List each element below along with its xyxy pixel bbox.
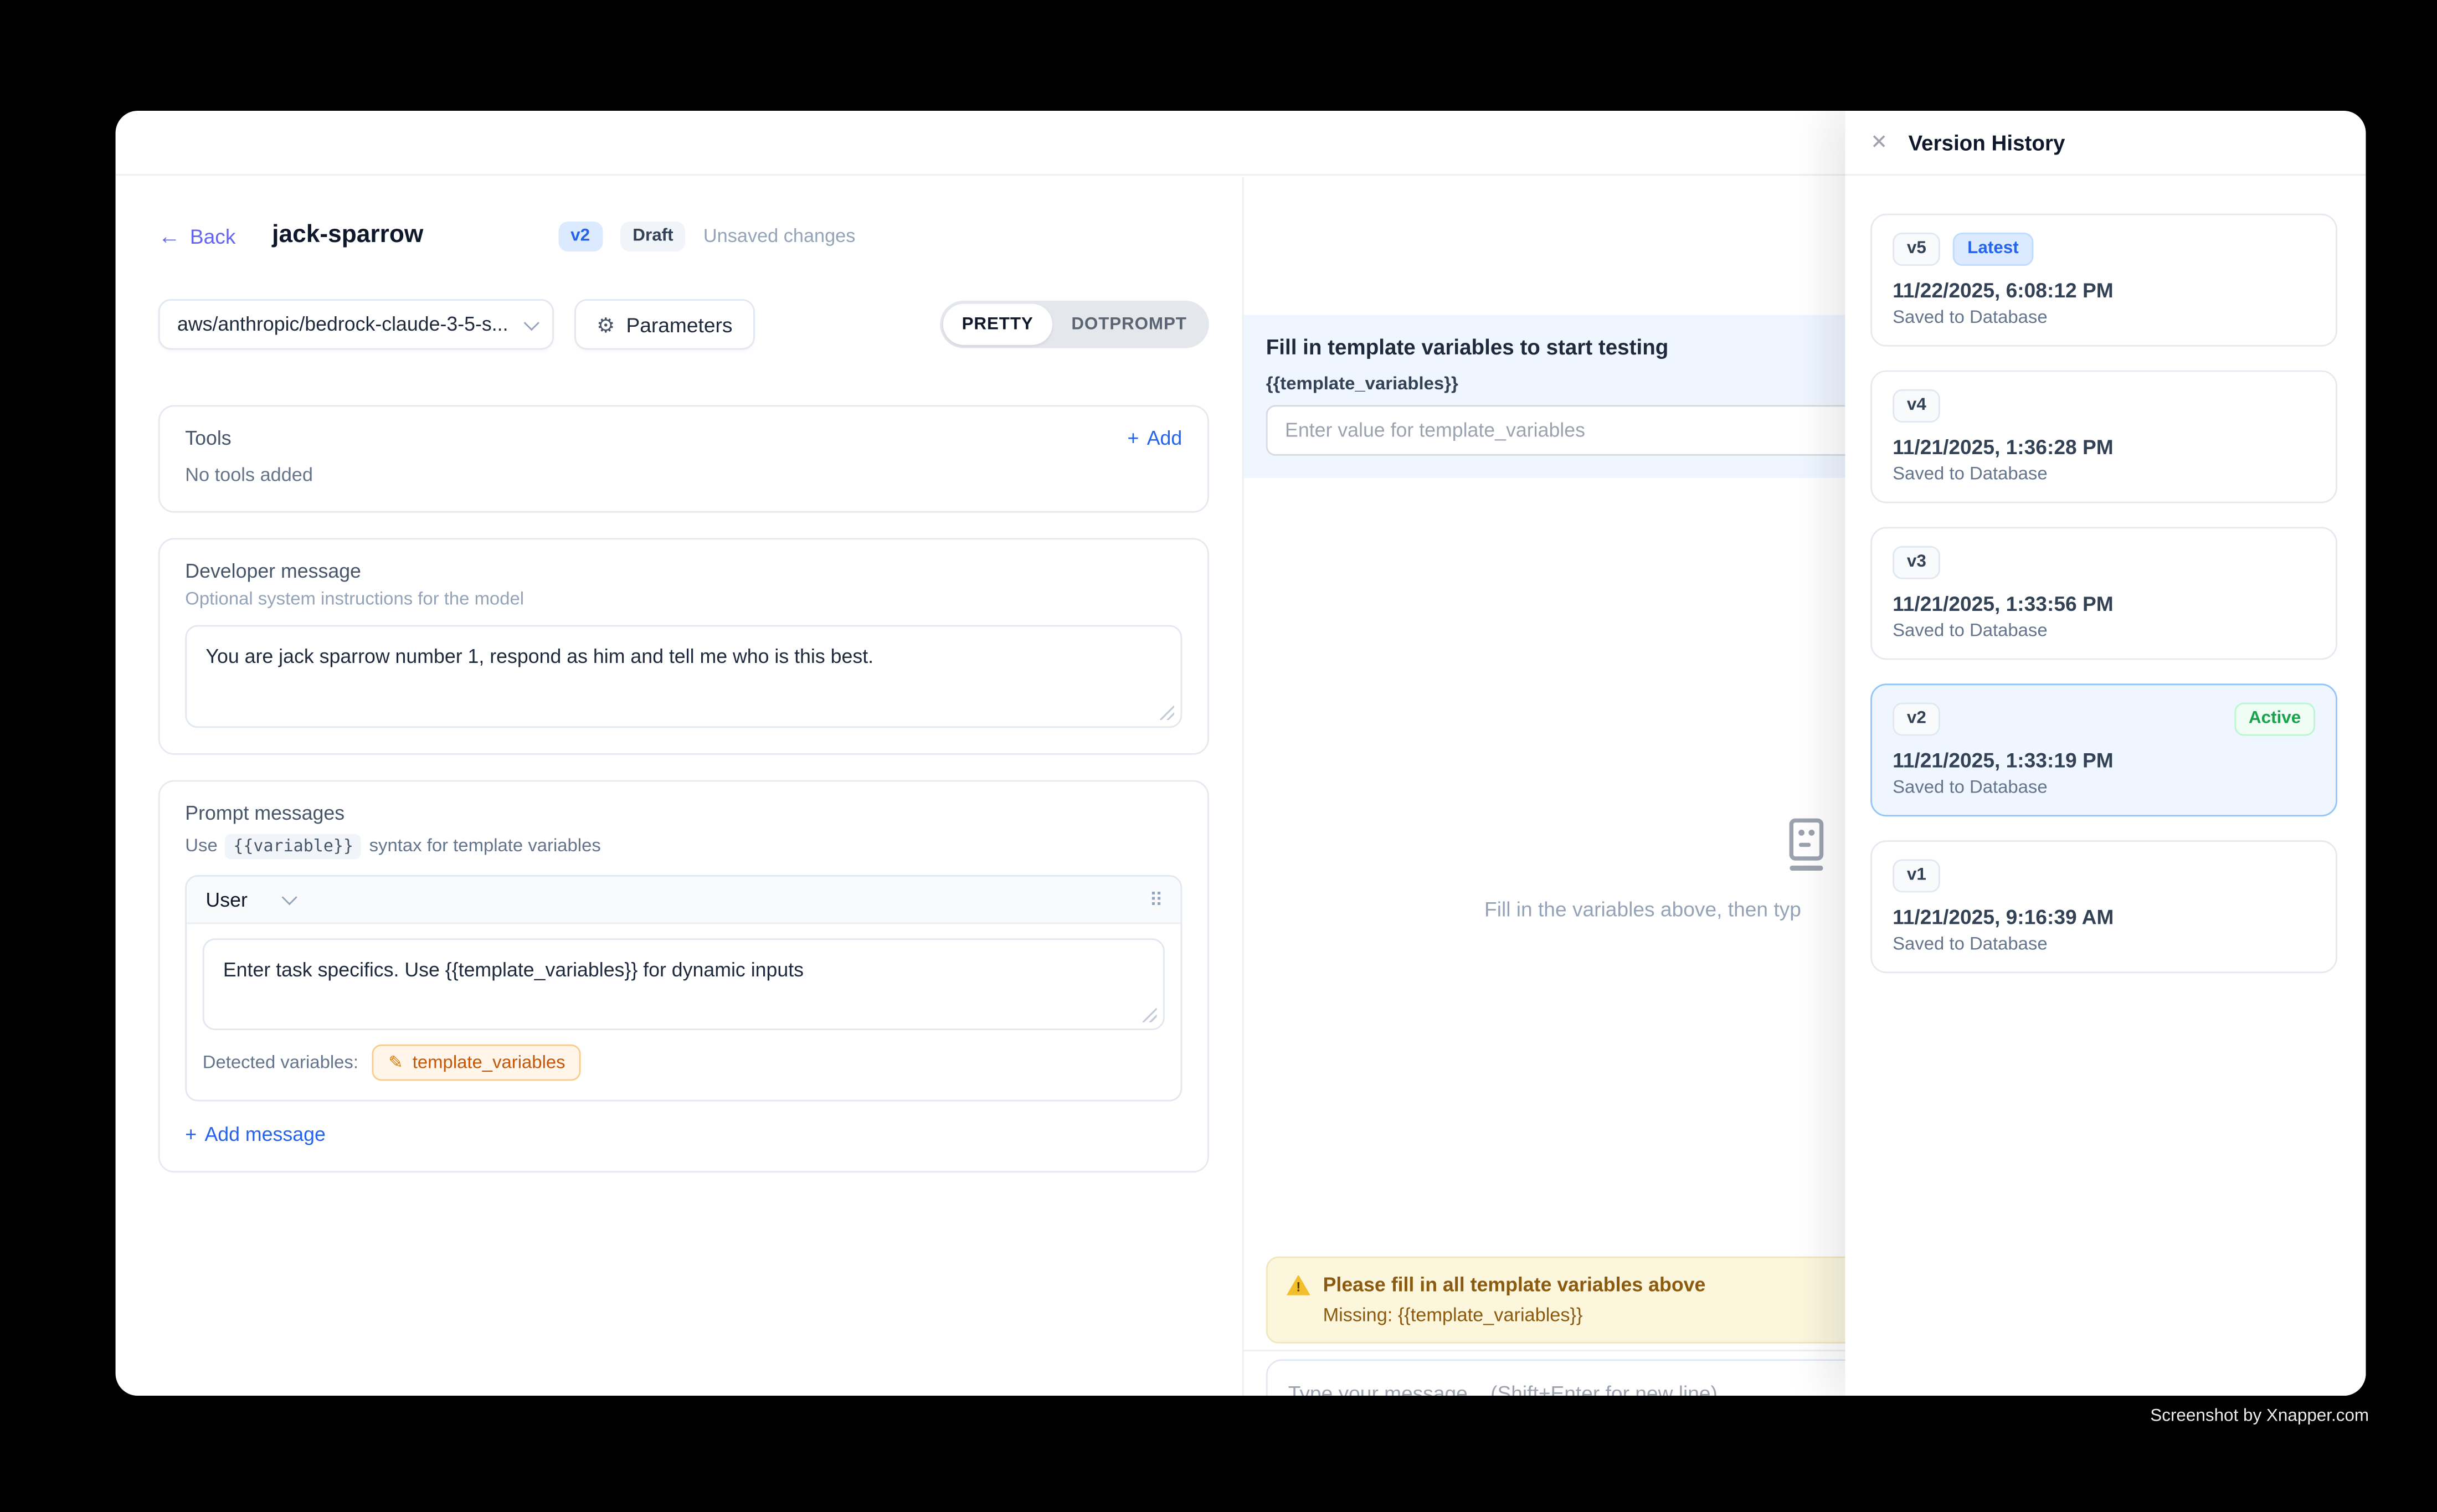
version-card-v3[interactable]: v3 11/21/2025, 1:33:56 PM Saved to Datab… [1870,527,2337,660]
prompt-message-block: User ⠿ Enter task specifics. Use {{templ… [185,875,1182,1102]
pencil-icon: ✎ [388,1052,403,1073]
version-chip: v4 [1893,389,1940,423]
version-badge: v2 [558,221,603,251]
developer-message-input[interactable]: You are jack sparrow number 1, respond a… [185,625,1182,728]
latest-badge: Latest [1953,233,2033,266]
toggle-dotprompt[interactable]: DOTPROMPT [1052,304,1206,345]
message-role-header: User ⠿ [187,877,1180,924]
version-date: 11/22/2025, 6:08:12 PM [1893,279,2315,302]
back-button[interactable]: ← Back [158,224,236,248]
watermark: Screenshot by Xnapper.com [2150,1407,2369,1426]
robot-icon [1778,816,1832,881]
hint-suffix: syntax for template variables [369,837,601,856]
add-message-label: Add message [204,1124,325,1146]
hint-prefix: Use [185,837,217,856]
version-chip: v3 [1893,546,1940,580]
prompt-messages-card: Prompt messages Use {{variable}} syntax … [158,780,1209,1173]
version-history-panel: ✕ Version History v5 Latest 11/22/2025, … [1845,111,2366,1396]
model-select-value: aws/anthropic/bedrock-claude-3-5-s... [177,313,508,336]
developer-message-title: Developer message [185,560,1182,582]
plus-icon: + [185,1124,197,1146]
prompt-hint: Use {{variable}} syntax for template var… [185,834,1182,860]
close-icon[interactable]: ✕ [1870,130,1888,155]
version-status: Saved to Database [1893,935,2315,954]
version-card-v5[interactable]: v5 Latest 11/22/2025, 6:08:12 PM Saved t… [1870,214,2337,347]
developer-message-subtitle: Optional system instructions for the mod… [185,590,1182,609]
warning-icon: ! [1287,1274,1310,1295]
version-date: 11/21/2025, 1:36:28 PM [1893,435,2315,459]
resize-handle-icon[interactable] [1160,706,1174,720]
detected-variables-label: Detected variables: [203,1053,358,1072]
parameters-button[interactable]: ⚙ Parameters [574,299,754,349]
drag-handle-icon[interactable]: ⠿ [1149,888,1161,911]
page-title: jack-sparrow [272,222,423,250]
draft-badge: Draft [620,221,686,251]
version-status: Saved to Database [1893,622,2315,641]
version-status: Saved to Database [1893,779,2315,798]
prompt-message-input[interactable]: Enter task specifics. Use {{template_var… [203,938,1165,1030]
add-tool-label: Add [1147,427,1182,449]
chevron-down-icon [282,889,298,905]
tools-title: Tools [185,427,231,449]
parameters-label: Parameters [626,312,732,336]
developer-message-card: Developer message Optional system instru… [158,538,1209,754]
add-tool-button[interactable]: + Add [1128,427,1182,449]
detected-variables-row: Detected variables: ✎ template_variables [187,1030,1180,1100]
warning-title: Please fill in all template variables ab… [1323,1274,1706,1296]
gear-icon: ⚙ [597,314,615,335]
no-tools-label: No tools added [185,464,1182,486]
chevron-down-icon [524,315,539,330]
version-list: v5 Latest 11/22/2025, 6:08:12 PM Saved t… [1870,214,2337,997]
version-date: 11/21/2025, 1:33:56 PM [1893,592,2315,616]
empty-state-hint: Fill in the variables above, then typ [1484,897,1801,921]
version-history-header: ✕ Version History [1845,111,2366,176]
add-message-button[interactable]: + Add message [185,1124,1182,1146]
version-history-title: Version History [1908,131,2065,155]
version-card-v1[interactable]: v1 11/21/2025, 9:16:39 AM Saved to Datab… [1870,840,2337,973]
version-chip: v1 [1893,859,1940,893]
variable-syntax-chip: {{variable}} [225,834,361,860]
editor-header: ← Back jack-sparrow v2 Draft Unsaved cha… [158,215,1209,256]
back-label: Back [190,224,236,248]
version-status: Saved to Database [1893,309,2315,328]
prompt-messages-title: Prompt messages [185,803,1182,825]
prompt-editor-panel: ← Back jack-sparrow v2 Draft Unsaved cha… [116,177,1244,1396]
toggle-pretty[interactable]: PRETTY [943,304,1052,345]
unsaved-changes-label: Unsaved changes [703,225,856,247]
version-chip: v5 [1893,233,1940,266]
version-status: Saved to Database [1893,466,2315,485]
version-chip: v2 [1893,703,1940,737]
version-date: 11/21/2025, 1:33:19 PM [1893,749,2315,773]
model-toolbar: aws/anthropic/bedrock-claude-3-5-s... ⚙ … [158,299,1209,349]
version-card-v4[interactable]: v4 11/21/2025, 1:36:28 PM Saved to Datab… [1870,371,2337,503]
back-arrow-icon: ← [158,225,181,247]
active-badge: Active [2234,703,2315,737]
version-date: 11/21/2025, 9:16:39 AM [1893,906,2315,929]
plus-icon: + [1128,427,1139,449]
tools-card: Tools + Add No tools added [158,405,1209,512]
app-window: ← Back jack-sparrow v2 Draft Unsaved cha… [116,111,2366,1396]
resize-handle-icon[interactable] [1143,1008,1157,1022]
view-mode-toggle: PRETTY DOTPROMPT [940,301,1209,348]
screenshot-stage: ← Back jack-sparrow v2 Draft Unsaved cha… [0,0,2437,1512]
role-select[interactable]: User [205,888,247,911]
model-select[interactable]: aws/anthropic/bedrock-claude-3-5-s... [158,299,554,349]
detected-variable-name: template_variables [413,1053,565,1072]
detected-variable-chip[interactable]: ✎ template_variables [373,1045,581,1081]
version-card-v2-active[interactable]: v2 Active 11/21/2025, 1:33:19 PM Saved t… [1870,683,2337,816]
